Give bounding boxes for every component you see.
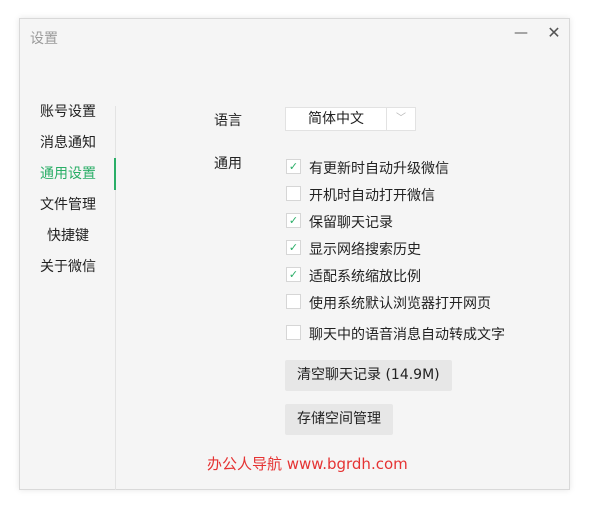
checkbox[interactable]	[286, 186, 301, 201]
checkbox[interactable]	[286, 294, 301, 309]
sidebar-item-label: 关于微信	[40, 259, 96, 275]
option-label: 使用系统默认浏览器打开网页	[309, 296, 491, 312]
sidebar-item-label: 通用设置	[40, 166, 96, 182]
checkbox-checked[interactable]: ✓	[286, 213, 301, 228]
general-label: 通用	[214, 156, 242, 172]
close-icon[interactable]: ✕	[544, 23, 564, 43]
window-title: 设置	[30, 31, 58, 47]
checkbox-checked[interactable]: ✓	[286, 240, 301, 255]
sidebar-item-label: 文件管理	[40, 197, 96, 213]
sidebar-item-label: 快捷键	[47, 228, 89, 244]
minimize-icon[interactable]: —	[511, 23, 531, 43]
checkbox-checked[interactable]: ✓	[286, 159, 301, 174]
sidebar-item-notifications[interactable]: 消息通知	[20, 128, 116, 159]
sidebar-item-label: 账号设置	[40, 104, 96, 120]
language-label: 语言	[214, 113, 242, 129]
option-label: 保留聊天记录	[309, 215, 393, 231]
sidebar-item-general[interactable]: 通用设置	[20, 159, 116, 190]
sidebar-item-files[interactable]: 文件管理	[20, 190, 116, 221]
active-indicator	[114, 158, 116, 190]
option-label: 聊天中的语音消息自动转成文字	[309, 327, 505, 343]
sidebar-item-shortcuts[interactable]: 快捷键	[20, 221, 116, 252]
option-label: 适配系统缩放比例	[309, 269, 421, 285]
storage-management-button[interactable]: 存储空间管理	[285, 404, 393, 435]
sidebar-item-account[interactable]: 账号设置	[20, 97, 116, 128]
sidebar-item-about[interactable]: 关于微信	[20, 252, 116, 283]
watermark-text: 办公人导航 www.bgrdh.com	[207, 455, 408, 473]
option-label: 有更新时自动升级微信	[309, 161, 449, 177]
option-label: 开机时自动打开微信	[309, 188, 435, 204]
checkbox-checked[interactable]: ✓	[286, 267, 301, 282]
sidebar-item-label: 消息通知	[40, 135, 96, 151]
language-value: 简体中文	[308, 111, 364, 127]
checkbox[interactable]	[286, 325, 301, 340]
option-label: 显示网络搜索历史	[309, 242, 421, 258]
chevron-down-icon[interactable]: ﹀	[387, 108, 415, 130]
clear-chat-history-button[interactable]: 清空聊天记录 (14.9M)	[285, 360, 452, 391]
language-select[interactable]: 简体中文 ﹀	[285, 107, 416, 131]
settings-window: 设置 — ✕ 账号设置 消息通知 通用设置 文件管理 快捷键 关于微信 语言 简…	[19, 18, 570, 490]
